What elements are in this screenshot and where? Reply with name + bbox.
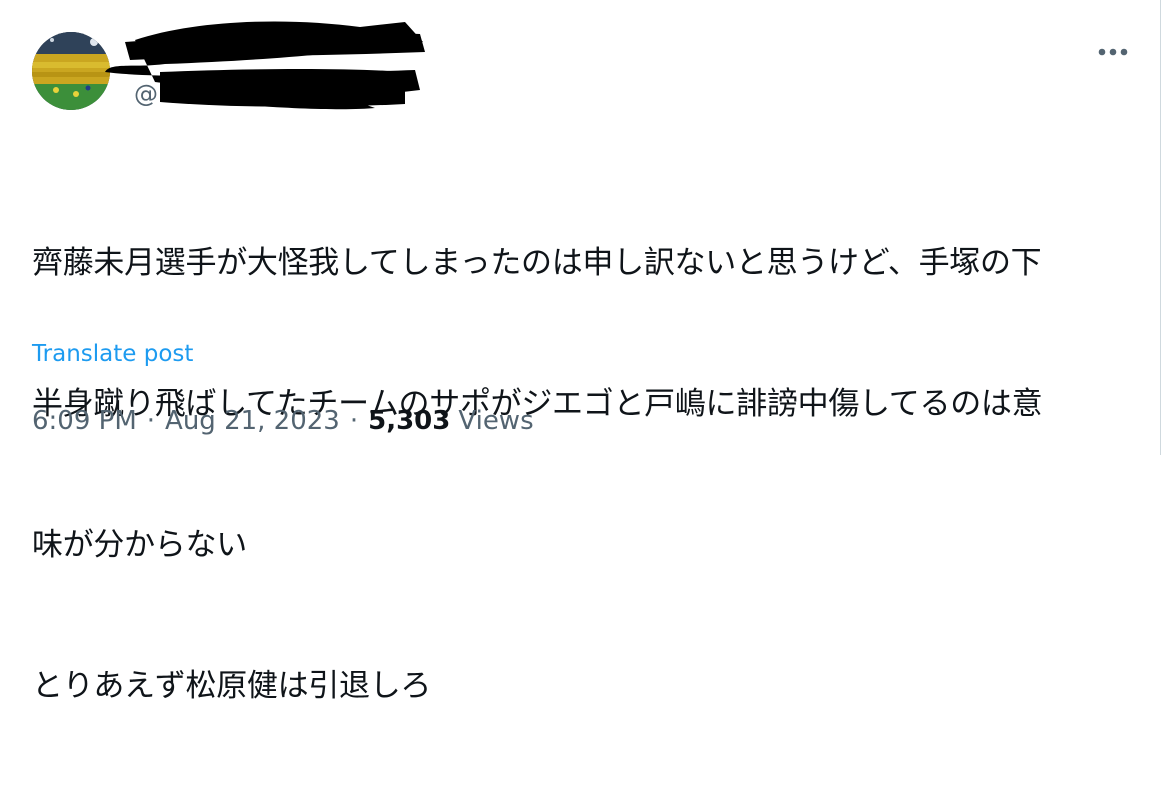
tweet-text-line: 味が分からない bbox=[32, 527, 247, 563]
avatar-image bbox=[32, 32, 110, 110]
separator: · bbox=[146, 406, 156, 436]
tweet-text: 齊藤未月選手が大怪我してしまったのは申し訳ないと思うけど、手塚の下 半身蹴り飛ば… bbox=[32, 146, 1142, 804]
post-date[interactable]: Aug 21, 2023 bbox=[165, 403, 340, 439]
avatar[interactable] bbox=[32, 32, 110, 110]
translate-post-link[interactable]: Translate post bbox=[32, 338, 193, 370]
separator: · bbox=[349, 406, 359, 436]
tweet-metadata: 6:09 PM · Aug 21, 2023 · 5,303 Views bbox=[32, 403, 534, 439]
more-options-button[interactable] bbox=[1090, 38, 1136, 66]
views-count[interactable]: 5,303 bbox=[368, 403, 450, 439]
post-time[interactable]: 6:09 PM bbox=[32, 403, 137, 439]
tweet-card: @ 齊藤未月選手が大怪我してしまったのは申し訳ないと思うけど、手塚の下 半身蹴り… bbox=[0, 0, 1170, 704]
tweet-text-line: とりあえず松原健は引退しろ bbox=[32, 668, 432, 704]
views-label: Views bbox=[458, 406, 534, 436]
more-horizontal-icon bbox=[1098, 48, 1128, 56]
tweet-text-line: 齊藤未月選手が大怪我してしまったのは申し訳ないと思うけど、手塚の下 bbox=[32, 245, 1042, 281]
user-handle[interactable]: @ bbox=[134, 80, 158, 108]
card-border bbox=[1160, 0, 1161, 455]
